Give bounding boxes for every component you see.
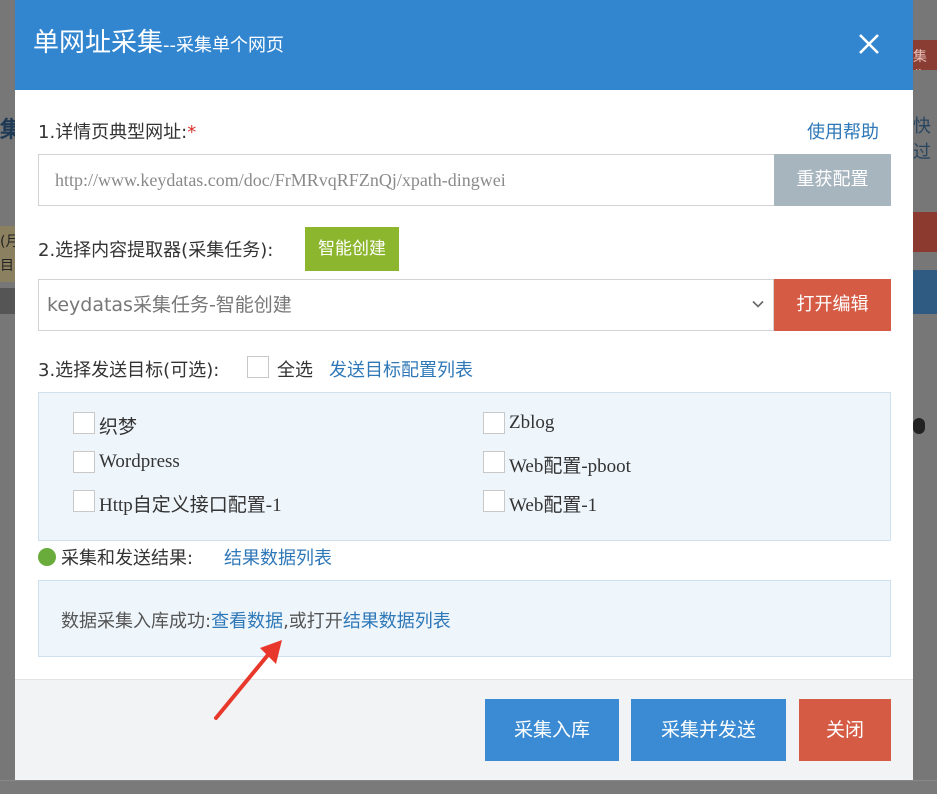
close-x-glyph [859, 34, 879, 54]
open-editor-button[interactable]: 打开编辑 [774, 279, 891, 331]
background-left-bar [0, 288, 15, 314]
background-delete-button [913, 212, 937, 252]
close-button[interactable]: 关闭 [799, 699, 891, 761]
target-checkbox[interactable] [483, 490, 505, 512]
view-data-link[interactable]: 查看数据 [211, 611, 283, 632]
single-url-collect-dialog: 单网址采集--采集单个网页 1.详情页典型网址:* 使用帮助 http://ww… [15, 0, 913, 780]
select-all-label[interactable]: 全选 [277, 356, 313, 382]
target-label: Http自定义接口配置-1 [99, 495, 282, 516]
dialog-footer: 采集入库 采集并发送 关闭 [15, 679, 913, 780]
background-info-icon [913, 418, 925, 434]
close-icon[interactable] [851, 26, 887, 62]
chevron-down-icon [752, 300, 764, 308]
background-table-row [0, 780, 937, 794]
required-mark: * [187, 122, 197, 143]
background-left-band: (月 目1 [0, 226, 15, 282]
reload-config-button[interactable]: 重获配置 [774, 154, 891, 206]
extractor-select[interactable]: keydatas采集任务-智能创建 [38, 279, 774, 331]
target-label: Web配置-pboot [509, 456, 631, 477]
background-right-text: 快过 [913, 116, 931, 163]
step2-label: 2.选择内容提取器(采集任务): [38, 240, 274, 261]
background-blue-button [913, 270, 937, 314]
send-target-config-link[interactable]: 发送目标配置列表 [329, 356, 473, 382]
target-checkbox[interactable] [73, 412, 95, 434]
result-message: 数据采集入库成功:查看数据,或打开结果数据列表 [61, 607, 451, 633]
select-all-checkbox[interactable] [247, 356, 269, 378]
result-panel: 数据采集入库成功:查看数据,或打开结果数据列表 [38, 580, 891, 657]
help-link[interactable]: 使用帮助 [807, 118, 879, 144]
result-message-middle: ,或打开 [283, 611, 343, 632]
result-data-list-link[interactable]: 结果数据列表 [343, 611, 451, 632]
detail-url-input[interactable]: http://www.keydatas.com/doc/FrMRvqRFZnQj… [38, 154, 774, 206]
target-label: Wordpress [99, 451, 180, 472]
status-dot-icon [38, 548, 56, 566]
step1-label: 1.详情页典型网址:* [38, 118, 196, 144]
collect-and-send-button[interactable]: 采集并发送 [631, 699, 786, 761]
background-left-text-1: (月 [0, 234, 15, 250]
send-targets-panel: 织梦 Zblog Wordpress Web配置-pboot Http自定义接口… [38, 392, 891, 541]
target-checkbox[interactable] [483, 451, 505, 473]
result-list-link[interactable]: 结果数据列表 [224, 544, 332, 570]
annotation-arrow-icon [214, 640, 282, 720]
step1-label-text: 1.详情页典型网址: [38, 122, 188, 143]
dialog-title-main: 单网址采集 [33, 28, 164, 58]
background-right-badge: 集失 [913, 40, 937, 70]
target-label: 织梦 [99, 417, 138, 438]
result-message-prefix: 数据采集入库成功: [61, 611, 212, 632]
target-checkbox[interactable] [73, 451, 95, 473]
target-checkbox[interactable] [73, 490, 95, 512]
smart-create-button[interactable]: 智能创建 [305, 227, 399, 271]
step3-label: 3.选择发送目标(可选): [38, 360, 220, 381]
dialog-subtitle: --采集单个网页 [163, 35, 285, 56]
target-label: Web配置-1 [509, 495, 598, 516]
dialog-title: 单网址采集--采集单个网页 [33, 22, 284, 59]
extractor-select-value: keydatas采集任务-智能创建 [47, 294, 292, 316]
dialog-header: 单网址采集--采集单个网页 [15, 0, 913, 90]
target-label: Zblog [509, 412, 555, 433]
result-label: 采集和发送结果: [61, 548, 194, 569]
collect-to-db-button[interactable]: 采集入库 [485, 699, 619, 761]
target-checkbox[interactable] [483, 412, 505, 434]
background-left-text-2: 目1 [0, 258, 14, 274]
